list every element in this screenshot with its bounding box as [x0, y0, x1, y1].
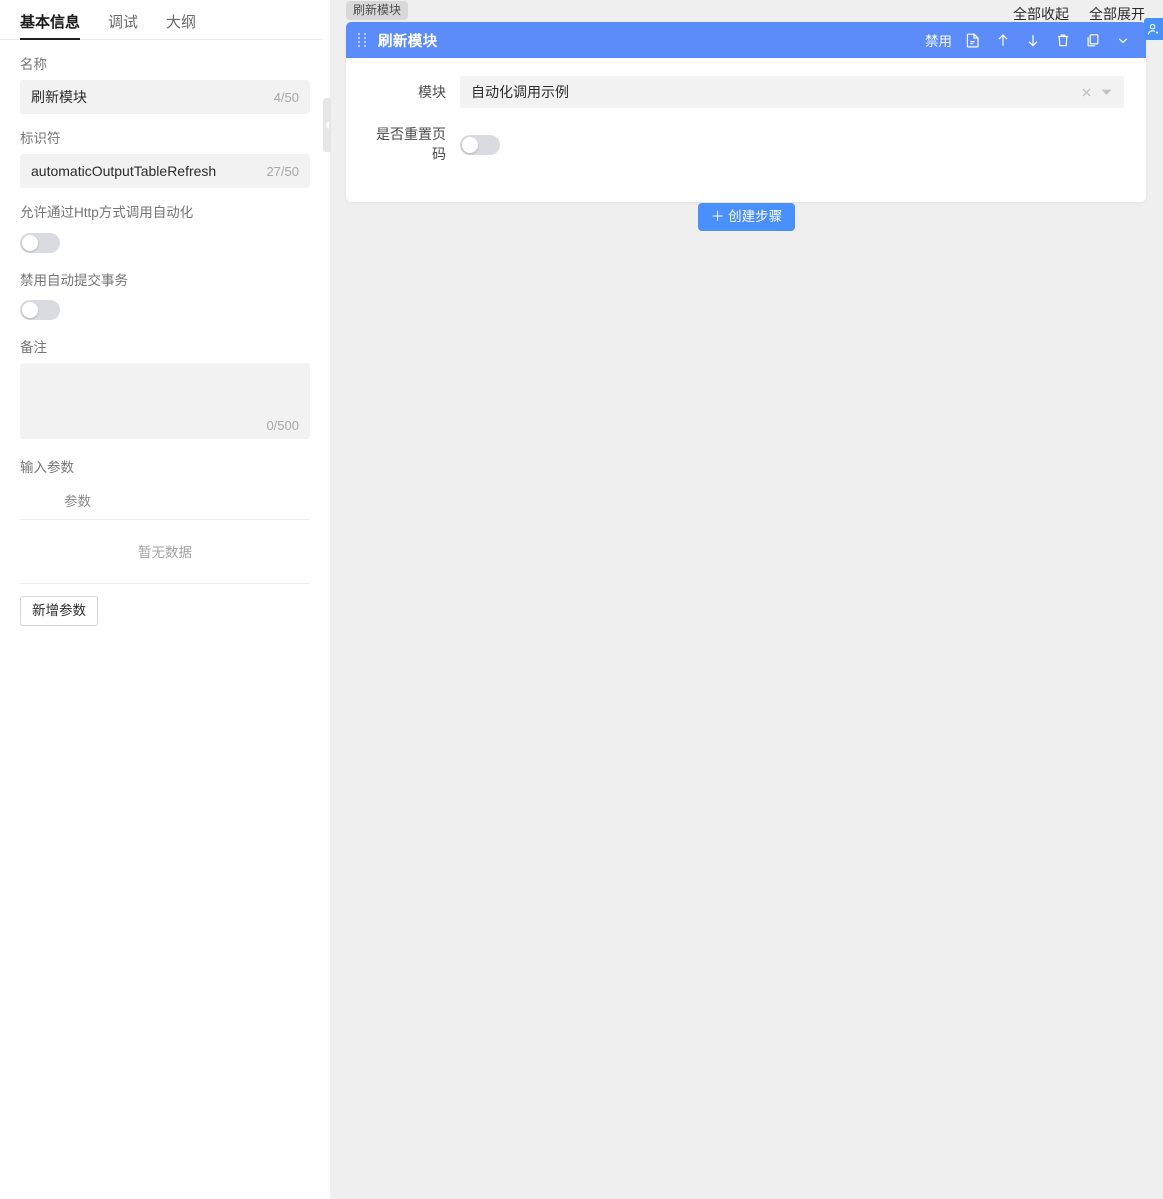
left-config-panel: 基本信息 调试 大纲 名称 刷新模块 4/50 标识符 automaticOut… — [0, 0, 330, 1199]
remark-counter: 0/500 — [266, 417, 299, 433]
note-icon[interactable] — [958, 25, 988, 55]
name-input-value: 刷新模块 — [31, 89, 87, 106]
reset-page-field-label: 是否重置页码 — [376, 126, 446, 162]
tab-basic-info[interactable]: 基本信息 — [20, 14, 81, 40]
identifier-field-label: 标识符 — [20, 131, 61, 147]
http-invoke-label: 允许通过Http方式调用自动化 — [20, 205, 194, 221]
module-select[interactable]: 自动化调用示例 — [460, 76, 1124, 108]
user-panel-toggle[interactable] — [1144, 18, 1163, 40]
basic-info-form: 名称 刷新模块 4/50 标识符 automaticOutputTableRef… — [0, 57, 330, 627]
panel-splitter — [322, 0, 330, 1199]
remark-field-label: 备注 — [20, 339, 47, 355]
trash-icon[interactable] — [1048, 25, 1078, 55]
identifier-input-value: automaticOutputTableRefresh — [31, 163, 217, 180]
name-input-counter: 4/50 — [273, 89, 299, 105]
left-panel-tabs: 基本信息 调试 大纲 — [0, 0, 330, 40]
module-select-value: 自动化调用示例 — [471, 84, 569, 100]
tab-outline-label: 大纲 — [166, 14, 197, 31]
remark-textarea[interactable]: 0/500 — [20, 362, 310, 439]
module-field-label: 模块 — [418, 84, 446, 100]
reset-page-toggle[interactable] — [460, 134, 500, 155]
collapse-all-button[interactable]: 全部收起 — [1013, 7, 1069, 21]
tab-debug[interactable]: 调试 — [108, 15, 138, 39]
disable-autocommit-label: 禁用自动提交事务 — [20, 272, 128, 288]
identifier-input-counter: 27/50 — [266, 163, 299, 179]
step-card-header: 刷新模块 禁用 — [346, 22, 1146, 58]
name-input[interactable]: 刷新模块 4/50 — [20, 80, 310, 115]
module-field-row: 模块 自动化调用示例 — [346, 76, 1146, 108]
drag-handle-icon[interactable] — [358, 32, 368, 48]
params-empty-state: 暂无数据 — [20, 520, 310, 584]
create-step-button[interactable]: ＋ 创建步骤 — [697, 203, 796, 231]
input-params-title: 输入参数 — [20, 459, 74, 475]
step-card-body: 模块 自动化调用示例 是否重置页码 — [346, 58, 1146, 202]
flow-canvas: 全部收起 全部展开 刷新模块 刷新模块 禁用 模块 自动化调用示例 是否重置页码… — [330, 0, 1163, 1199]
disable-autocommit-toggle[interactable] — [20, 299, 60, 320]
arrow-up-icon[interactable] — [988, 25, 1018, 55]
add-param-button[interactable]: 新增参数 — [20, 595, 98, 627]
app-root: 基本信息 调试 大纲 名称 刷新模块 4/50 标识符 automaticOut… — [0, 0, 1163, 1199]
input-params-section: 输入参数 参数 暂无数据 新增参数 — [20, 456, 310, 627]
create-step-row: ＋ 创建步骤 — [330, 203, 1163, 231]
disable-autocommit-toggle-knob — [22, 301, 38, 318]
tab-outline[interactable]: 大纲 — [166, 15, 196, 39]
step-card: 刷新模块 禁用 模块 自动化调用示例 是否重置页码 — [346, 22, 1146, 202]
chevron-down-icon[interactable] — [1096, 82, 1116, 102]
panel-collapse-handle[interactable] — [323, 98, 331, 152]
clear-icon[interactable] — [1076, 82, 1096, 102]
step-name-tag: 刷新模块 — [346, 1, 409, 20]
input-params-table: 参数 暂无数据 — [20, 482, 310, 584]
tab-debug-label: 调试 — [108, 14, 139, 31]
http-invoke-toggle-knob — [22, 234, 38, 251]
reset-page-field-row: 是否重置页码 — [346, 124, 1146, 164]
reset-page-toggle-knob — [462, 136, 478, 153]
chevron-left-icon — [325, 121, 329, 129]
chevron-down-icon[interactable] — [1108, 25, 1138, 55]
user-icon — [1147, 23, 1159, 35]
params-column-header-param: 参数 — [20, 482, 310, 520]
expand-all-button[interactable]: 全部展开 — [1089, 7, 1145, 21]
disable-step-button[interactable]: 禁用 — [919, 30, 958, 50]
name-field-label: 名称 — [20, 57, 47, 72]
arrow-down-icon[interactable] — [1018, 25, 1048, 55]
identifier-input[interactable]: automaticOutputTableRefresh 27/50 — [20, 154, 310, 189]
copy-icon[interactable] — [1078, 25, 1108, 55]
tab-basic-info-label: 基本信息 — [20, 14, 81, 31]
step-card-title: 刷新模块 — [378, 33, 438, 50]
http-invoke-toggle[interactable] — [20, 232, 60, 253]
